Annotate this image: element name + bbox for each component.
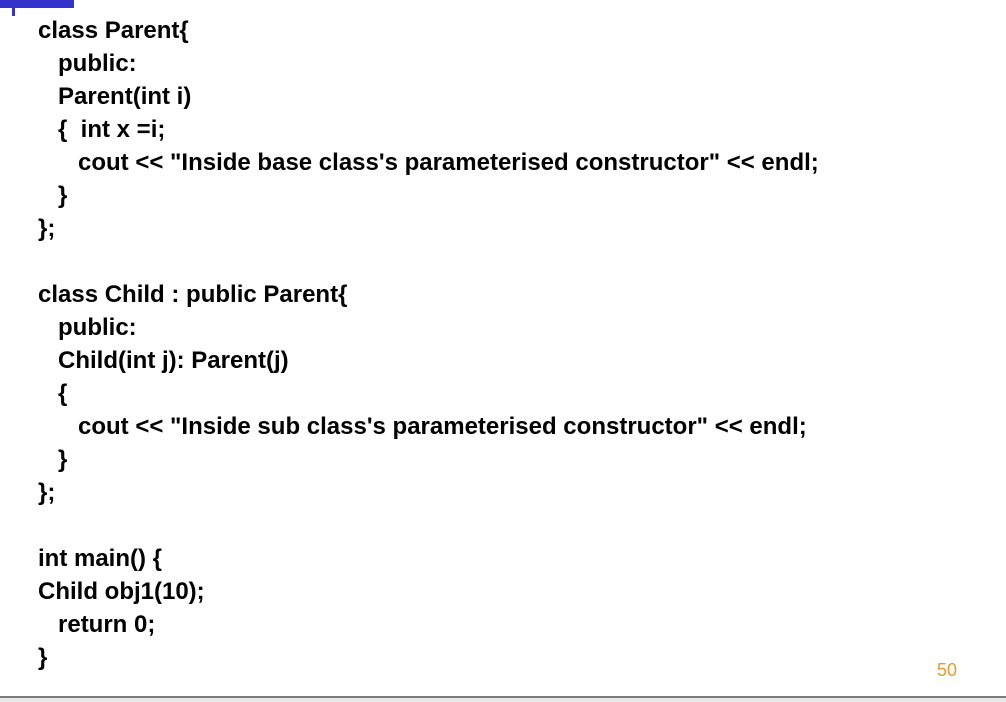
code-line: int main() { <box>38 545 162 572</box>
bottom-band <box>0 698 1006 702</box>
code-line: }; <box>38 479 56 506</box>
code-line: class Child : public Parent{ <box>38 281 348 308</box>
slide: class Parent{ public: Parent(int i) { in… <box>0 0 1006 702</box>
code-line: } <box>38 182 68 209</box>
code-line: class Parent{ <box>38 17 189 44</box>
corner-accent-tick <box>12 0 15 16</box>
code-line: Child obj1(10); <box>38 578 205 605</box>
code-line: }; <box>38 215 56 242</box>
code-line: cout << "Inside base class's parameteris… <box>38 149 819 176</box>
code-line: return 0; <box>38 611 156 638</box>
code-line: public: <box>38 314 137 341</box>
code-line: Child(int j): Parent(j) <box>38 347 289 374</box>
code-line: public: <box>38 50 137 77</box>
code-line: } <box>38 644 48 671</box>
page-number: 50 <box>936 660 957 680</box>
code-line: { <box>38 380 68 407</box>
code-line: { int x =i; <box>38 116 166 143</box>
code-line: } <box>38 446 68 473</box>
code-block: class Parent{ public: Parent(int i) { in… <box>38 14 819 674</box>
code-line: Parent(int i) <box>38 83 192 110</box>
code-line: cout << "Inside sub class's parameterise… <box>38 413 807 440</box>
